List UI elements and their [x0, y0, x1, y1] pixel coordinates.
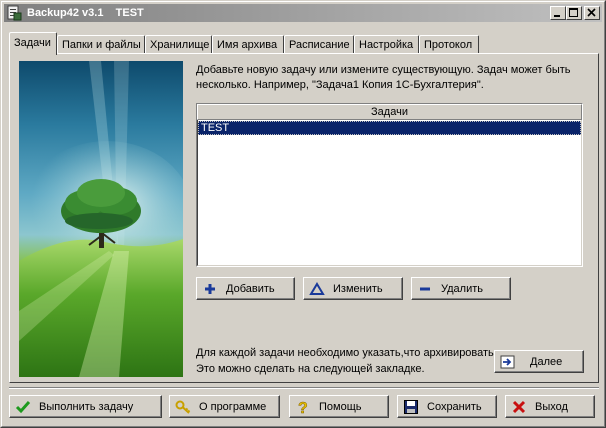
exit-label: Выход — [535, 400, 568, 413]
maximize-button[interactable] — [566, 6, 582, 20]
run-task-label: Выполнить задачу — [39, 400, 134, 413]
tasks-hint-line-1: Добавьте новую задачу или измените сущес… — [196, 64, 571, 76]
tasks-column-header[interactable]: Задачи — [197, 104, 582, 120]
triangle-icon — [309, 281, 325, 297]
add-task-label: Добавить — [226, 282, 275, 295]
tab-archive-name[interactable]: Имя архива — [212, 35, 284, 54]
save-label: Сохранить — [427, 400, 482, 413]
edit-task-button[interactable]: Изменить — [303, 277, 403, 300]
tree-landscape-image — [19, 61, 183, 377]
delete-task-button[interactable]: Удалить — [411, 277, 511, 300]
floppy-disk-icon — [403, 399, 419, 415]
tab-schedule[interactable]: Расписание — [284, 35, 354, 54]
plus-icon — [202, 281, 218, 297]
window-title: Backup42 v3.1 TEST — [27, 7, 144, 19]
save-button[interactable]: Сохранить — [397, 395, 497, 418]
title-bar[interactable]: Backup42 v3.1 TEST — [4, 4, 602, 22]
delete-task-label: Удалить — [441, 282, 483, 295]
next-label: Далее — [530, 355, 563, 368]
run-task-button[interactable]: Выполнить задачу — [9, 395, 162, 418]
about-label: О программе — [199, 400, 267, 413]
edit-task-label: Изменить — [333, 282, 383, 295]
separator — [9, 387, 599, 389]
x-mark-icon — [511, 399, 527, 415]
tab-storage[interactable]: Хранилище — [145, 35, 212, 54]
about-button[interactable]: О программе — [169, 395, 280, 418]
list-item[interactable]: TEST — [198, 121, 581, 135]
tasks-hint: Добавьте новую задачу или измените сущес… — [196, 63, 591, 93]
tasks-listbox[interactable]: Задачи TEST — [196, 103, 583, 267]
app-window: Backup42 v3.1 TEST Задачи Папки и файлы … — [0, 0, 606, 428]
next-arrow-icon — [500, 354, 516, 370]
question-icon: ? — [295, 399, 311, 417]
tab-log[interactable]: Протокол — [419, 35, 479, 54]
help-button[interactable]: ? Помощь — [289, 395, 389, 418]
tab-folders-files[interactable]: Папки и файлы — [57, 35, 145, 54]
tasks-footnote-line-2: Это можно сделать на следующей закладке. — [196, 363, 425, 375]
svg-text:?: ? — [298, 400, 308, 415]
tasks-footnote: Для каждой задачи необходимо указать,что… — [196, 345, 497, 377]
help-label: Помощь — [319, 400, 362, 413]
tasks-footnote-line-1: Для каждой задачи необходимо указать,что… — [196, 347, 497, 359]
close-button[interactable] — [584, 6, 600, 20]
next-button[interactable]: Далее — [494, 350, 584, 373]
checkmark-icon — [15, 399, 31, 415]
minus-icon — [417, 281, 433, 297]
minimize-button[interactable] — [550, 6, 566, 20]
add-task-button[interactable]: Добавить — [196, 277, 295, 300]
tab-tasks[interactable]: Задачи — [9, 32, 57, 55]
key-icon — [175, 399, 191, 415]
exit-button[interactable]: Выход — [505, 395, 595, 418]
tasks-hint-line-2: несколько. Например, "Задача1 Копия 1С-Б… — [196, 79, 484, 91]
app-icon — [6, 5, 22, 21]
tab-settings[interactable]: Настройка — [354, 35, 419, 54]
